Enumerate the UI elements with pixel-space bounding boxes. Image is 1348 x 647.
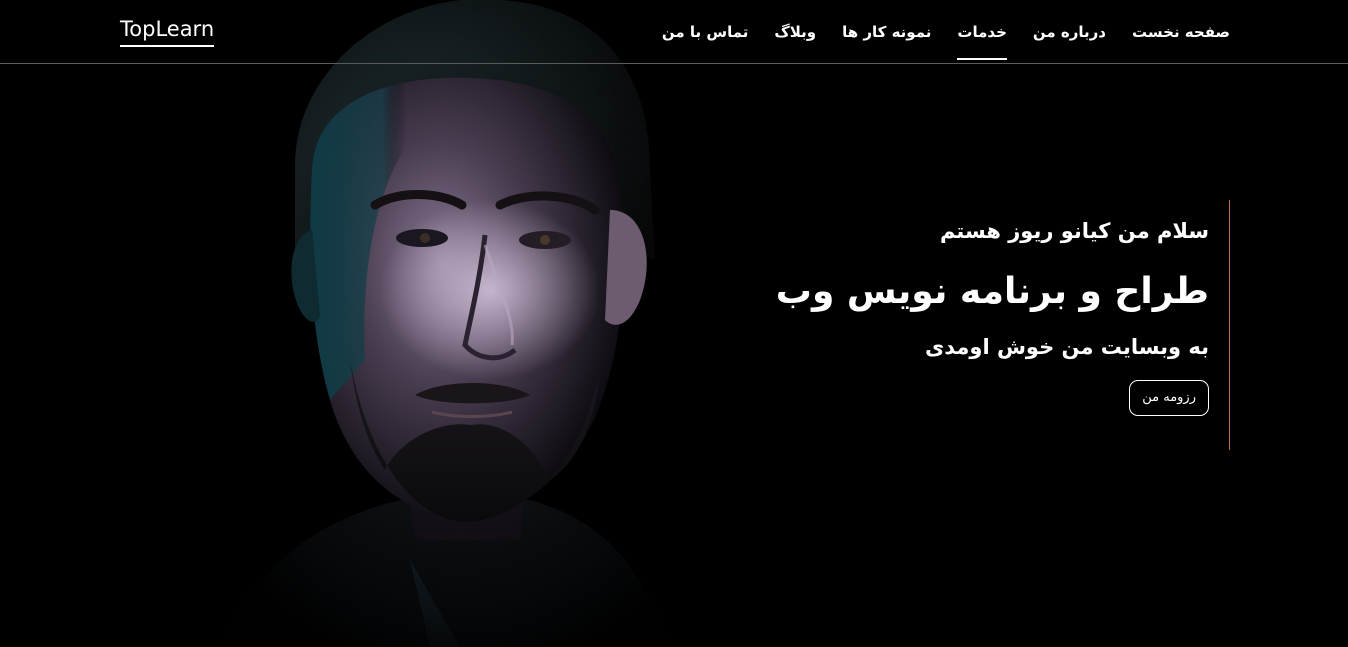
nav-item-blog[interactable]: وبلاگ <box>774 0 816 63</box>
hero-headline: طراح و برنامه نویس وب <box>775 271 1209 312</box>
page: TopLearn صفحه نخست درباره من خدمات نمونه… <box>0 0 1348 647</box>
hero-welcome-text: به وبسایت من خوش اومدی <box>925 335 1209 359</box>
hero-intro: سلام من کیانو ریوز هستم طراح و برنامه نو… <box>776 200 1230 450</box>
nav-item-home[interactable]: صفحه نخست <box>1132 0 1230 63</box>
resume-button[interactable]: رزومه من <box>1129 380 1209 416</box>
hero-portrait-image <box>200 0 720 647</box>
nav-item-contact[interactable]: تماس با من <box>662 0 749 63</box>
hero-greeting: سلام من کیانو ریوز هستم <box>939 219 1209 243</box>
nav-item-services[interactable]: خدمات <box>957 0 1008 63</box>
nav-item-about[interactable]: درباره من <box>1033 0 1106 63</box>
navbar: TopLearn صفحه نخست درباره من خدمات نمونه… <box>0 0 1348 64</box>
nav-item-portfolio[interactable]: نمونه کار ها <box>842 0 931 63</box>
logo-link[interactable]: TopLearn <box>120 16 215 47</box>
nav-menu: صفحه نخست درباره من خدمات نمونه کار ها و… <box>662 0 1230 63</box>
